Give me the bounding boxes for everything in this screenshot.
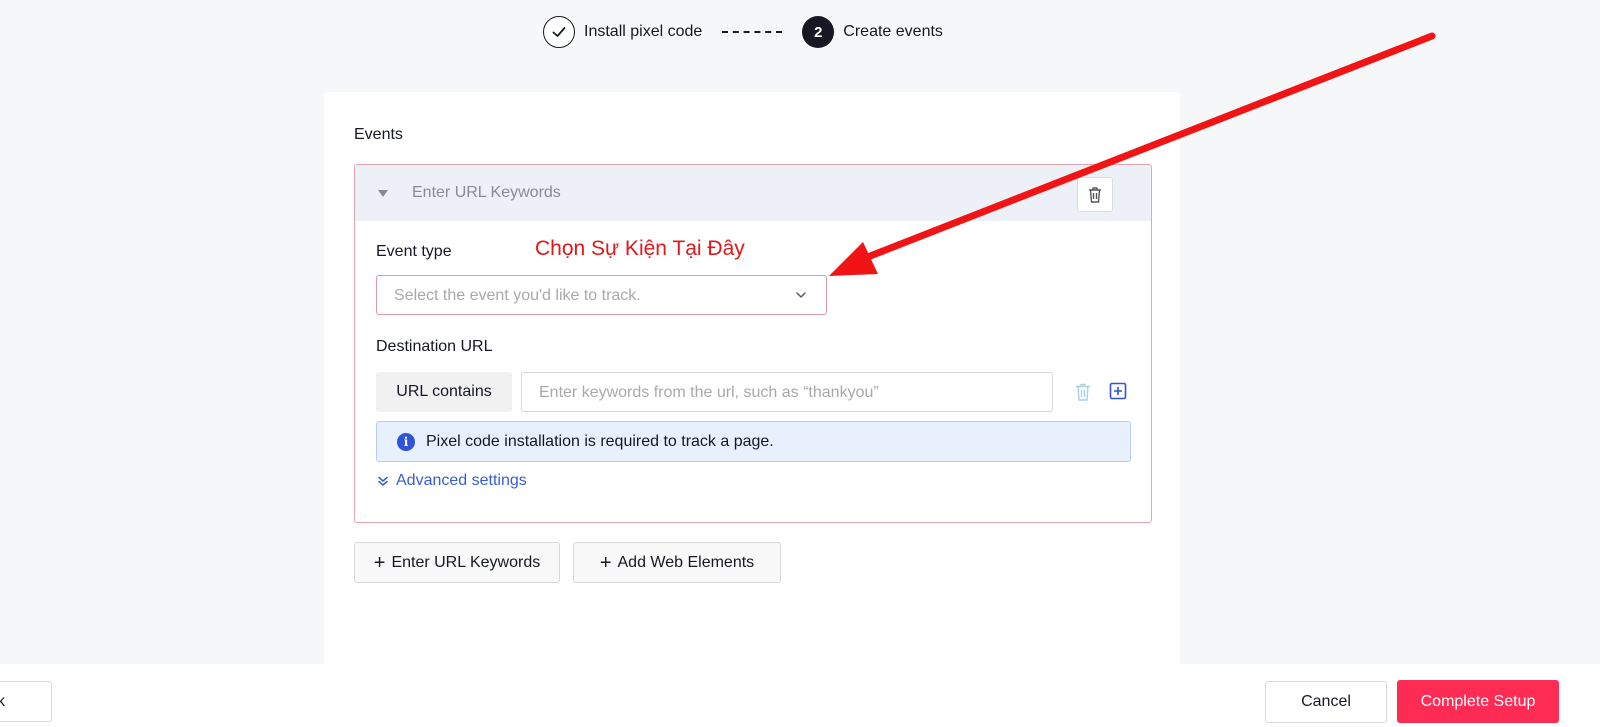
plus-icon: + (599, 551, 612, 574)
info-message: Pixel code installation is required to t… (426, 433, 774, 450)
url-input-placeholder: Enter keywords from the url, such as “th… (539, 384, 879, 401)
events-title: Events (354, 126, 403, 143)
destination-url-label: Destination URL (376, 338, 493, 355)
add-url-keywords-button[interactable]: + Enter URL Keywords (354, 542, 560, 583)
add-web-elements-button[interactable]: + Add Web Elements (573, 542, 781, 583)
back-button-label: k (0, 693, 5, 710)
step-divider (722, 31, 783, 33)
caret-down-icon[interactable] (378, 190, 388, 197)
event-type-select[interactable]: Select the event you'd like to track. (376, 275, 827, 315)
trash-icon[interactable] (1074, 382, 1092, 402)
url-condition-select[interactable]: URL contains (376, 372, 512, 412)
plus-square-icon[interactable] (1109, 382, 1127, 400)
plus-icon: + (373, 551, 386, 574)
url-keywords-input[interactable]: Enter keywords from the url, such as “th… (521, 372, 1053, 412)
double-chevron-down-icon (378, 476, 388, 486)
add-web-elements-label: Add Web Elements (617, 553, 755, 571)
event-panel-header[interactable]: Enter URL Keywords (355, 165, 1151, 221)
setup-stepper: Install pixel code 2 Create events (543, 16, 943, 48)
complete-setup-button[interactable]: Complete Setup (1397, 680, 1559, 723)
info-icon: i (397, 433, 415, 451)
step-2-label: Create events (843, 23, 943, 40)
trash-icon (1089, 186, 1101, 203)
annotation-text: Chọn Sự Kiện Tại Đây (535, 237, 745, 260)
footer-bar: k Cancel Complete Setup (0, 664, 1600, 727)
step-2-number: 2 (802, 16, 835, 48)
advanced-settings-toggle[interactable]: Advanced settings (377, 472, 527, 490)
events-card: Events Enter URL Keywords Event type Chọ… (324, 92, 1180, 672)
delete-event-button[interactable] (1077, 177, 1113, 212)
chevron-down-icon (796, 292, 806, 298)
step-complete-check-icon (543, 16, 575, 48)
back-button[interactable]: k (0, 681, 52, 722)
step-1-label: Install pixel code (584, 23, 703, 40)
event-select-placeholder: Select the event you'd like to track. (394, 287, 641, 304)
cancel-button[interactable]: Cancel (1265, 681, 1387, 723)
add-url-keywords-label: Enter URL Keywords (391, 553, 541, 571)
event-type-label: Event type (376, 243, 452, 260)
event-config-panel: Enter URL Keywords Event type Chọn Sự Ki… (354, 164, 1152, 523)
advanced-settings-label: Advanced settings (396, 472, 527, 489)
event-header-label: Enter URL Keywords (412, 184, 561, 201)
info-banner: i Pixel code installation is required to… (376, 421, 1131, 462)
